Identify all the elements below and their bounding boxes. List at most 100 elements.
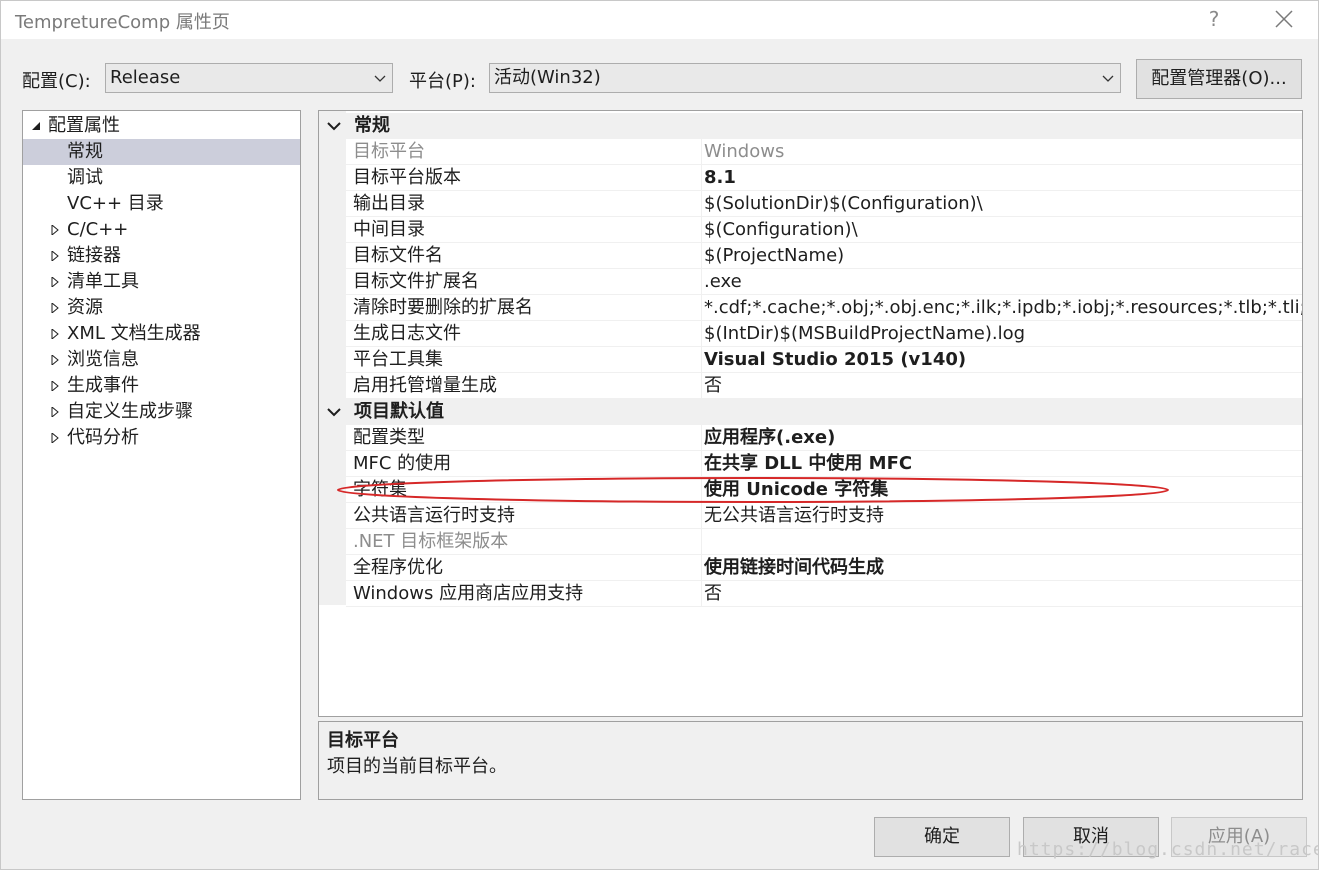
ok-button[interactable]: 确定 (874, 817, 1010, 857)
property-row[interactable]: 目标文件扩展名 .exe (346, 269, 1302, 295)
chevron-down-icon (1102, 75, 1114, 82)
config-manager-button[interactable]: 配置管理器(O)... (1136, 59, 1302, 99)
config-select[interactable]: Release (105, 63, 393, 93)
property-row[interactable]: 目标平台版本 8.1 (346, 165, 1302, 191)
chevron-down-icon (327, 122, 341, 131)
config-label: 配置(C): (22, 71, 91, 92)
tree-item-label: 自定义生成步骤 (67, 401, 193, 422)
platform-label: 平台(P): (409, 71, 476, 92)
property-row[interactable]: .NET 目标框架版本 (346, 529, 1302, 555)
tree-item-code-analysis[interactable]: 代码分析 (23, 425, 300, 451)
tree-item-label: VC++ 目录 (67, 193, 164, 214)
property-row[interactable]: 公共语言运行时支持 无公共语言运行时支持 (346, 503, 1302, 529)
property-name: 目标平台版本 (353, 167, 461, 188)
tree-item-resources[interactable]: 资源 (23, 295, 300, 321)
tree-item-debugging[interactable]: 调试 (23, 165, 300, 191)
collapsed-triangle-icon (51, 303, 59, 313)
property-value: .exe (704, 271, 742, 292)
tree-item-label: 生成事件 (67, 375, 139, 396)
tree-item-label: 资源 (67, 297, 103, 318)
tree-item-c-cpp[interactable]: C/C++ (23, 217, 300, 243)
title-bar: TempretureComp 属性页 ? (1, 1, 1318, 39)
property-value: $(ProjectName) (704, 245, 845, 266)
property-value: $(Configuration)\ (704, 219, 858, 240)
tree-item-label: 调试 (67, 167, 103, 188)
property-row[interactable]: 启用托管增量生成 否 (346, 373, 1302, 399)
tree-item-linker[interactable]: 链接器 (23, 243, 300, 269)
tree-item-xml-doc-generator[interactable]: XML 文档生成器 (23, 321, 300, 347)
tree-item-manifest-tool[interactable]: 清单工具 (23, 269, 300, 295)
property-row[interactable]: MFC 的使用 在共享 DLL 中使用 MFC (346, 451, 1302, 477)
property-value: *.cdf;*.cache;*.obj;*.obj.enc;*.ilk;*.ip… (704, 297, 1302, 318)
platform-select[interactable]: 活动(Win32) (489, 63, 1121, 93)
category-project-defaults[interactable]: 项目默认值 (319, 399, 1302, 425)
property-row[interactable]: 清除时要删除的扩展名 *.cdf;*.cache;*.obj;*.obj.enc… (346, 295, 1302, 321)
property-value: 应用程序(.exe) (704, 427, 836, 448)
property-name: MFC 的使用 (353, 453, 452, 474)
property-row[interactable]: 中间目录 $(Configuration)\ (346, 217, 1302, 243)
property-value: $(IntDir)$(MSBuildProjectName).log (704, 323, 1026, 344)
watermark: https://blog.csdn.net/race_to (1017, 839, 1319, 860)
description-panel: 目标平台 项目的当前目标平台。 (318, 721, 1303, 800)
chevron-down-icon (327, 408, 341, 417)
property-value: 否 (704, 375, 722, 396)
expanded-triangle-icon (32, 122, 40, 130)
property-name: 目标文件名 (353, 245, 443, 266)
collapsed-triangle-icon (51, 277, 59, 287)
tree-item-vc-directories[interactable]: VC++ 目录 (23, 191, 300, 217)
category-label: 常规 (354, 115, 390, 136)
property-name: 启用托管增量生成 (353, 375, 497, 396)
property-row[interactable]: 平台工具集 Visual Studio 2015 (v140) (346, 347, 1302, 373)
config-tree: 配置属性 常规 调试 VC++ 目录 C/C++ 链接器 清单工具 资源 XML… (22, 110, 301, 800)
collapsed-triangle-icon (51, 433, 59, 443)
property-row-character-set[interactable]: 字符集 使用 Unicode 字符集 (346, 477, 1302, 503)
property-name: 配置类型 (353, 427, 425, 448)
chevron-down-icon (374, 75, 386, 82)
tree-item-label: C/C++ (67, 219, 129, 240)
property-name: 公共语言运行时支持 (353, 505, 515, 526)
tree-item-label: 代码分析 (67, 427, 139, 448)
tree-item-label: 浏览信息 (67, 349, 139, 370)
property-value: Visual Studio 2015 (v140) (704, 349, 967, 370)
tree-item-custom-build-step[interactable]: 自定义生成步骤 (23, 399, 300, 425)
help-button[interactable]: ? (1201, 5, 1227, 33)
property-value: 使用链接时间代码生成 (704, 557, 884, 578)
category-general[interactable]: 常规 (319, 113, 1302, 139)
tree-item-browse-info[interactable]: 浏览信息 (23, 347, 300, 373)
property-name: 目标平台 (353, 141, 425, 162)
property-row[interactable]: 生成日志文件 $(IntDir)$(MSBuildProjectName).lo… (346, 321, 1302, 347)
tree-root-label: 配置属性 (48, 115, 120, 136)
description-text: 项目的当前目标平台。 (327, 756, 507, 777)
properties-dialog: TempretureComp 属性页 ? 配置(C): Release 平台(P… (0, 0, 1319, 870)
close-button[interactable] (1269, 5, 1299, 33)
property-row[interactable]: Windows 应用商店应用支持 否 (346, 581, 1302, 607)
tree-root-config-properties[interactable]: 配置属性 (23, 113, 300, 139)
collapsed-triangle-icon (51, 251, 59, 261)
window-title: TempretureComp 属性页 (15, 12, 230, 33)
property-name: 中间目录 (353, 219, 425, 240)
property-value: $(SolutionDir)$(Configuration)\ (704, 193, 983, 214)
property-row[interactable]: 目标平台 Windows (346, 139, 1302, 165)
property-name: 生成日志文件 (353, 323, 461, 344)
category-label: 项目默认值 (354, 401, 444, 422)
grid-gutter (319, 111, 346, 605)
property-row[interactable]: 全程序优化 使用链接时间代码生成 (346, 555, 1302, 581)
property-row[interactable]: 输出目录 $(SolutionDir)$(Configuration)\ (346, 191, 1302, 217)
collapsed-triangle-icon (51, 329, 59, 339)
property-row[interactable]: 目标文件名 $(ProjectName) (346, 243, 1302, 269)
property-value: 否 (704, 583, 722, 604)
tree-item-label: XML 文档生成器 (67, 323, 201, 344)
collapsed-triangle-icon (51, 225, 59, 235)
config-select-value: Release (110, 67, 181, 88)
property-name: 目标文件扩展名 (353, 271, 479, 292)
tree-item-build-events[interactable]: 生成事件 (23, 373, 300, 399)
property-name: 字符集 (353, 479, 407, 500)
tree-item-general[interactable]: 常规 (23, 139, 300, 165)
tree-item-label: 常规 (67, 141, 103, 162)
property-name: .NET 目标框架版本 (353, 531, 509, 552)
property-value: 无公共语言运行时支持 (704, 505, 884, 526)
property-name: Windows 应用商店应用支持 (353, 583, 584, 604)
collapsed-triangle-icon (51, 407, 59, 417)
tree-item-label: 清单工具 (67, 271, 139, 292)
property-row[interactable]: 配置类型 应用程序(.exe) (346, 425, 1302, 451)
